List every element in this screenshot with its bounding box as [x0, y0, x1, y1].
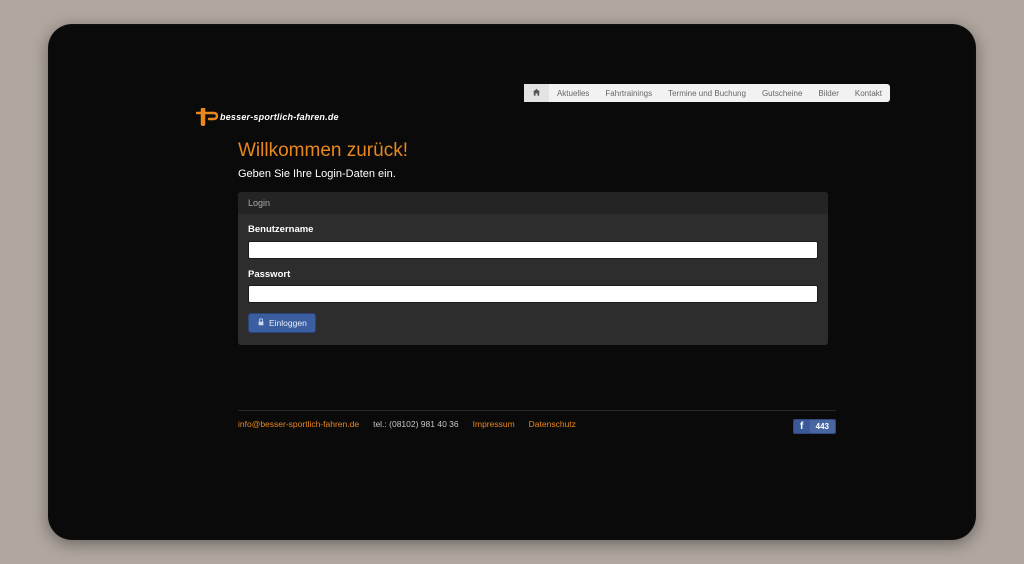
lock-icon — [257, 318, 265, 328]
nav-gutscheine[interactable]: Gutscheine — [754, 84, 810, 102]
footer-email-link[interactable]: info@besser-sportlich-fahren.de — [238, 419, 359, 429]
home-icon — [532, 88, 541, 99]
facebook-like-badge[interactable]: f 443 — [793, 419, 836, 434]
login-section: Willkommen zurück! Geben Sie Ihre Login-… — [238, 140, 828, 345]
nav-fahrtrainings[interactable]: Fahrtrainings — [597, 84, 660, 102]
facebook-count: 443 — [810, 420, 835, 433]
nav-aktuelles[interactable]: Aktuelles — [549, 84, 597, 102]
footer-impressum-link[interactable]: Impressum — [473, 419, 515, 429]
login-panel: Login Benutzername Passwort Einloggen — [238, 192, 828, 345]
username-input[interactable] — [248, 241, 818, 259]
main-nav: Aktuelles Fahrtrainings Termine und Buch… — [524, 84, 890, 102]
panel-title: Login — [238, 192, 828, 214]
login-button-label: Einloggen — [269, 318, 307, 328]
nav-termine[interactable]: Termine und Buchung — [660, 84, 754, 102]
facebook-icon: f — [794, 420, 810, 433]
site-logo[interactable]: besser-sportlich-fahren.de — [196, 108, 339, 126]
panel-body: Benutzername Passwort Einloggen — [238, 214, 828, 345]
page-heading: Willkommen zurück! — [238, 140, 828, 162]
login-button[interactable]: Einloggen — [248, 313, 316, 333]
nav-label: Aktuelles — [557, 89, 589, 98]
footer-datenschutz-link[interactable]: Datenschutz — [529, 419, 576, 429]
page-subheading: Geben Sie Ihre Login-Daten ein. — [238, 168, 828, 180]
nav-label: Bilder — [818, 89, 838, 98]
nav-kontakt[interactable]: Kontakt — [847, 84, 890, 102]
footer: info@besser-sportlich-fahren.de tel.: (0… — [238, 410, 836, 429]
logo-text: besser-sportlich-fahren.de — [220, 112, 339, 122]
nav-label: Gutscheine — [762, 89, 802, 98]
footer-tel: tel.: (08102) 981 40 36 — [373, 419, 459, 429]
nav-label: Fahrtrainings — [605, 89, 652, 98]
logo-mark-icon — [196, 108, 218, 126]
password-input[interactable] — [248, 285, 818, 303]
nav-label: Termine und Buchung — [668, 89, 746, 98]
username-label: Benutzername — [248, 224, 818, 235]
nav-label: Kontakt — [855, 89, 882, 98]
password-label: Passwort — [248, 269, 818, 280]
nav-bilder[interactable]: Bilder — [810, 84, 846, 102]
nav-home[interactable] — [524, 84, 549, 102]
browser-window: Aktuelles Fahrtrainings Termine und Buch… — [48, 24, 976, 540]
